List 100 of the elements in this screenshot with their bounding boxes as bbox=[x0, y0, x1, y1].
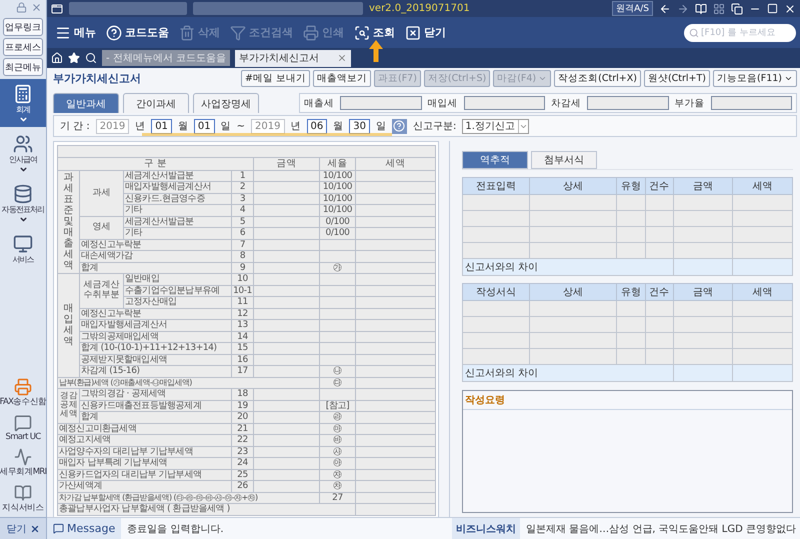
home-icon[interactable] bbox=[51, 52, 63, 64]
date-field[interactable]: 30 bbox=[349, 118, 370, 134]
item-cell: 합계 (10-(10-1)+11+12+13+14) bbox=[80, 342, 232, 354]
item-cell: 가산세액계 bbox=[58, 480, 232, 492]
column-header: 전표입력 bbox=[462, 178, 530, 194]
sidebar-tool[interactable]: 지식서비스 bbox=[0, 481, 46, 517]
date-field[interactable]: 06 bbox=[306, 118, 328, 134]
star-icon[interactable] bbox=[68, 52, 80, 64]
tab-hint: - 전체메뉴에서 코드도움을 bbox=[102, 50, 230, 66]
lock-icon[interactable] bbox=[16, 2, 27, 13]
item-cell: 매입자발행세금계산서 bbox=[124, 182, 232, 193]
search-field[interactable]: [F10] 를 누르세요 bbox=[684, 24, 796, 42]
news-source: 비즈니스워치 bbox=[452, 518, 520, 539]
tax-type-tab[interactable]: 일반과세 bbox=[53, 93, 119, 113]
item-cell: 예정신고누락분 bbox=[80, 239, 232, 250]
grid-cell bbox=[645, 348, 674, 364]
amount-cell bbox=[254, 388, 320, 400]
grid-cell bbox=[673, 332, 733, 348]
sidebar-item[interactable]: 인사급여 bbox=[0, 129, 46, 177]
sidebar-item[interactable]: 서비스 bbox=[0, 229, 46, 268]
grid-cell bbox=[462, 332, 530, 348]
grid-cell bbox=[732, 226, 792, 242]
column-header: 유형 bbox=[616, 178, 646, 194]
amount-cell bbox=[254, 469, 320, 480]
unit-label: 일 bbox=[376, 120, 386, 133]
sidebar-tool[interactable]: 세무회계MRI bbox=[0, 445, 46, 481]
grid-cell bbox=[645, 332, 674, 348]
forward-icon[interactable] bbox=[677, 2, 689, 14]
grid-cell bbox=[732, 332, 792, 348]
panel-tab[interactable]: 첨부서식 bbox=[531, 151, 597, 169]
close-icon bbox=[405, 24, 421, 40]
grid-cell bbox=[462, 226, 530, 242]
amount-cell bbox=[254, 400, 320, 412]
grid-cell bbox=[673, 210, 733, 226]
action-button[interactable]: 기능모음(F11) bbox=[713, 70, 797, 87]
item-cell: 기타 bbox=[124, 228, 232, 239]
amount-cell bbox=[254, 296, 320, 308]
panel-tab[interactable]: 역추적 bbox=[462, 151, 528, 169]
document-tab[interactable]: 부가가치세신고서 bbox=[234, 50, 351, 66]
item-cell: 그밖의공제매입세액 bbox=[80, 331, 232, 342]
database-icon bbox=[13, 184, 33, 204]
footer-cell bbox=[673, 258, 733, 276]
help-button[interactable] bbox=[392, 118, 407, 134]
grid-cell bbox=[616, 194, 646, 210]
sidebar-item[interactable]: 회계 bbox=[0, 79, 46, 127]
action-button[interactable]: 원샷(Ctrl+T) bbox=[644, 70, 710, 87]
back-icon[interactable] bbox=[659, 2, 671, 14]
app-icon bbox=[51, 2, 63, 14]
toolbar-button[interactable]: 메뉴 bbox=[51, 20, 100, 44]
item-cell: 기타 bbox=[124, 204, 232, 216]
tax-type-tab[interactable]: 사업장명세 bbox=[193, 93, 259, 113]
item-cell: 사업양수자의 대리납부 기납부세액 bbox=[58, 446, 232, 458]
column-header: 금액 bbox=[673, 178, 733, 194]
amount-cell bbox=[254, 331, 320, 342]
windows-icon[interactable] bbox=[731, 2, 743, 14]
item-cell: 세금계산서발급분 bbox=[124, 170, 232, 182]
toolbar-button[interactable]: 코드도움 bbox=[102, 20, 173, 44]
amount-cell bbox=[254, 423, 320, 434]
news-headline[interactable]: 일본제재 물음에…삼성 언급, 국익도움안돼 LGD 큰영향없다 bbox=[526, 522, 800, 536]
grid-cell bbox=[616, 348, 646, 364]
maximize-icon[interactable] bbox=[767, 3, 778, 14]
group-cell: 과세 bbox=[80, 170, 124, 216]
pointer-arrow-icon bbox=[369, 40, 383, 62]
tax-type-tab[interactable]: 간이과세 bbox=[123, 93, 189, 113]
sidebar-item[interactable]: 자동전표처리 bbox=[0, 179, 46, 227]
grid-cell bbox=[616, 316, 646, 332]
action-button[interactable]: #메일 보내기 bbox=[241, 70, 310, 87]
quick-link-button[interactable]: 프로세스 bbox=[3, 38, 43, 56]
date-field[interactable]: 01 bbox=[194, 118, 215, 134]
action-button[interactable]: 매출액보기 bbox=[312, 70, 371, 87]
category-cell: 과세표준및매출세액 bbox=[58, 170, 80, 274]
toolbar-button[interactable]: 조회 bbox=[350, 20, 399, 44]
report-type-select[interactable]: 1.정기신고 bbox=[462, 118, 529, 134]
date-field[interactable]: 01 bbox=[151, 118, 172, 134]
action-button[interactable]: 작성조회(Ctrl+X) bbox=[554, 70, 641, 87]
grid-cell bbox=[732, 242, 792, 258]
quick-link-button[interactable]: 최근메뉴 bbox=[3, 58, 43, 76]
item-cell: 매입자 납부특례 기납부세액 bbox=[58, 458, 232, 469]
quick-link-button[interactable]: 업무링크 bbox=[3, 18, 43, 36]
field-label: 차감세 bbox=[551, 96, 581, 110]
search-icon[interactable] bbox=[85, 52, 97, 64]
amount-cell bbox=[254, 170, 320, 182]
sidebar-close-button[interactable]: 닫기 bbox=[0, 517, 46, 539]
amount-cell bbox=[254, 458, 320, 469]
category-cell: 매입세액 bbox=[58, 274, 80, 377]
category-cell: 경감공제세액 bbox=[58, 388, 80, 423]
amount-cell bbox=[254, 216, 320, 228]
toolbar-button[interactable]: 닫기 bbox=[401, 20, 450, 44]
grid-icon[interactable] bbox=[713, 2, 725, 14]
remote-support-button[interactable]: 원격A/S bbox=[612, 1, 653, 16]
close-icon[interactable] bbox=[784, 2, 796, 14]
sidebar-tool[interactable]: FAX송수신함 bbox=[0, 375, 46, 411]
sidebar-tool[interactable]: Smart UC bbox=[0, 411, 46, 445]
field-label: 신고구분: bbox=[412, 120, 456, 133]
search-icon bbox=[689, 28, 699, 38]
message-label: Message bbox=[47, 518, 122, 539]
grid-cell bbox=[732, 210, 792, 226]
book-icon[interactable] bbox=[695, 2, 707, 14]
grid-cell bbox=[462, 348, 530, 364]
calculator-icon bbox=[13, 84, 33, 104]
